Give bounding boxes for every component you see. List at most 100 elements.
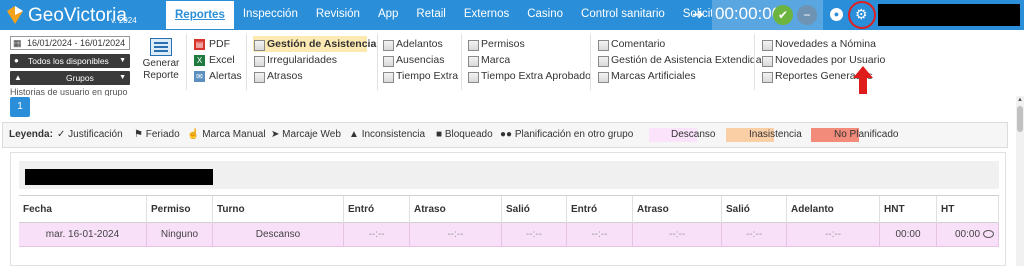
clock-button[interactable]: ● — [822, 0, 850, 30]
gear-icon: ⚙ — [855, 6, 868, 22]
table-header-col-hnt: HNT — [880, 196, 937, 224]
legend-item-feriado: ⚑ Feriado — [134, 129, 180, 141]
divider — [377, 34, 378, 90]
report-type-column-3: Permisos Marca Tiempo Extra Aprobado — [467, 36, 591, 84]
generate-report-label: Generar Reporte — [142, 58, 180, 81]
export-excel-button[interactable]: X Excel — [193, 52, 242, 68]
report-gestion-asistencia[interactable]: Gestión de Asistencia — [253, 36, 376, 52]
logo[interactable]: GeoVictoria v. 2024 — [4, 3, 164, 27]
table-header-col-adelanto: Adelanto — [787, 196, 880, 224]
legend-label: Marca Manual — [202, 129, 266, 140]
export-excel-label: Excel — [209, 54, 235, 66]
cursor-icon: ➤ — [271, 129, 280, 140]
swatch-label-descanso: Descanso — [671, 129, 716, 140]
report-comentario[interactable]: Comentario — [597, 36, 762, 52]
report-adelantos[interactable]: Adelantos — [382, 36, 458, 52]
report-marca[interactable]: Marca — [467, 52, 591, 68]
table-cell-col-salio-1: --:-- — [502, 223, 567, 247]
page-button[interactable]: 1 — [10, 97, 30, 117]
excel-icon: X — [194, 55, 205, 66]
legend-item-bloqueado: ■ Bloqueado — [436, 129, 493, 141]
alerts-label: Alertas — [209, 70, 242, 82]
scroll-up-icon[interactable]: ▲ — [1017, 97, 1023, 103]
legend-label: Bloqueado — [444, 129, 493, 140]
arrow-up-icon: ▲ — [14, 73, 22, 82]
legend-label: Justificación — [68, 129, 123, 140]
export-pdf-label: PDF — [209, 38, 230, 50]
attendance-table: Fecha Permiso Turno Entró Atraso Salió Entró At… — [19, 195, 999, 247]
legend-item-justificacion: ✓ Justificación — [57, 129, 123, 141]
pagination: 1 — [0, 96, 1016, 120]
divider — [461, 34, 462, 90]
settings-button[interactable]: ⚙ — [848, 1, 876, 29]
table-header-col-entro-2: Entró — [567, 196, 633, 224]
brand-version: v. 2024 — [111, 16, 137, 25]
report-permisos[interactable]: Permisos — [467, 36, 591, 52]
report-marcas-artificiales[interactable]: Marcas Artificiales — [597, 68, 762, 84]
table-header: Fecha Permiso Turno Entró Atraso Salió Entró At… — [19, 195, 999, 224]
report-type-column-4: Comentario Gestión de Asistencia Extendi… — [597, 36, 762, 84]
table-row[interactable]: mar. 16-01-2024 Ninguno Descanso --:-- --:--… — [19, 223, 999, 247]
pdf-icon: ▤ — [194, 39, 205, 50]
nav-item-reportes[interactable]: Reportes — [166, 1, 234, 29]
red-arrow-annotation-icon — [853, 66, 873, 94]
report-ausencias[interactable]: Ausencias — [382, 52, 458, 68]
export-group: ▤ PDF X Excel ✉ Alertas — [193, 36, 242, 84]
legend-label: Planificación en otro grupo — [514, 129, 634, 140]
historial-link[interactable]: Historias de usuario en grupo — [10, 88, 150, 96]
people-filter-dropdown[interactable]: ● Todos los disponibles ▼ — [10, 54, 130, 68]
chevron-down-icon: ▼ — [119, 57, 126, 64]
report-tiempo-extra[interactable]: Tiempo Extra — [382, 68, 458, 84]
nav-item-externos[interactable]: Externos — [455, 0, 518, 30]
table-header-col-fecha: Fecha — [19, 196, 147, 224]
table-cell-col-hnt: 00:00 — [880, 223, 937, 247]
table-header-col-ht: HT — [937, 196, 999, 224]
nav-item-casino[interactable]: Casino — [518, 0, 572, 30]
export-pdf-button[interactable]: ▤ PDF — [193, 36, 242, 52]
check-icon[interactable]: ✔ — [773, 5, 793, 25]
table-header-col-permiso: Permiso — [147, 196, 213, 224]
table-cell-col-ht: 00:00 — [937, 223, 999, 247]
swatch-label-no-planificado: No Planificado — [834, 129, 899, 140]
date-range-input[interactable]: ▦ 16/01/2024 - 16/01/2024 — [10, 36, 130, 50]
clock-icon: ● — [830, 8, 843, 21]
table-cell-col-salio-2: --:-- — [722, 223, 787, 247]
report-atrasos[interactable]: Atrasos — [253, 68, 367, 84]
nav-item-inspeccion[interactable]: Inspección — [234, 0, 307, 30]
nav-item-retail[interactable]: Retail — [407, 0, 454, 30]
table-cell-col-fecha: mar. 16-01-2024 — [19, 223, 147, 247]
report-irregularidades[interactable]: Irregularidades — [253, 52, 367, 68]
divider — [754, 34, 755, 90]
alerts-icon: ✉ — [194, 71, 205, 82]
comment-icon[interactable] — [983, 230, 994, 238]
table-header-col-atraso-1: Atraso — [410, 196, 502, 224]
scrollbar-thumb[interactable] — [1017, 106, 1023, 132]
report-tiempo-extra-aprobado[interactable]: Tiempo Extra Aprobado — [467, 68, 591, 84]
page-scrollbar[interactable]: ▲ — [1016, 96, 1024, 266]
minus-icon[interactable]: − — [797, 5, 817, 25]
arrow-right-icon[interactable]: ➜ — [692, 6, 708, 24]
warning-icon: ▲ — [349, 129, 359, 140]
top-navbar: GeoVictoria v. 2024 Reportes Inspección … — [0, 0, 1024, 30]
main-nav: Reportes Inspección Revisión App Retail … — [166, 0, 779, 30]
nav-item-control-sanitario[interactable]: Control sanitario — [572, 0, 674, 30]
table-header-col-salio-2: Salió — [722, 196, 787, 224]
report-novedades-nomina[interactable]: Novedades a Nómina — [761, 36, 885, 52]
attendance-panel: Fecha Permiso Turno Entró Atraso Salió Entró At… — [10, 152, 1006, 266]
nav-item-app[interactable]: App — [369, 0, 407, 30]
generate-report-button[interactable]: Generar Reporte — [140, 38, 182, 86]
swatch-label-inasistencia: Inasistencia — [749, 129, 802, 140]
legend-item-marcaje-web: ➤ Marcaje Web — [271, 129, 341, 141]
lock-icon: ■ — [436, 129, 443, 140]
nav-item-revision[interactable]: Revisión — [307, 0, 369, 30]
user-name-redacted[interactable] — [878, 4, 1020, 26]
report-toolbar: ▦ 16/01/2024 - 16/01/2024 ● Todos los di… — [0, 30, 1024, 96]
table-header-col-entro-1: Entró — [344, 196, 410, 224]
report-type-column-1: Gestión de Asistencia Irregularidades At… — [253, 36, 376, 84]
legend-item-planificacion: ●● Planificación en otro grupo — [500, 129, 633, 141]
groups-filter-dropdown[interactable]: ▲ Grupos ▼ — [10, 71, 130, 85]
timer-value: 00:00:00 — [715, 4, 782, 23]
report-gestion-asistencia-extendida[interactable]: Gestión de Asistencia Extendida — [597, 52, 762, 68]
alerts-button[interactable]: ✉ Alertas — [193, 68, 242, 84]
legend-label: Marcaje Web — [282, 129, 341, 140]
